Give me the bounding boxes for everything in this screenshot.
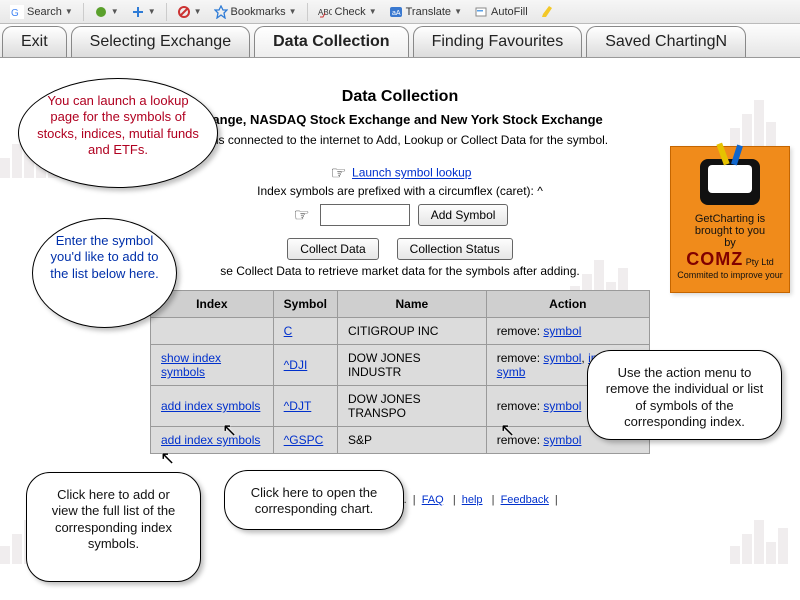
table-row: add index symbols ^DJT DOW JONES TRANSPO… xyxy=(151,386,650,427)
symbol-link[interactable]: C xyxy=(284,324,293,338)
tab-bar: Exit Selecting Exchange Data Collection … xyxy=(0,24,800,58)
toolbar-block[interactable]: ▼ xyxy=(173,4,206,20)
svg-text:ABC: ABC xyxy=(318,8,332,17)
tab-exit[interactable]: Exit xyxy=(2,26,67,57)
promo-brand-suffix: Pty Ltd xyxy=(743,257,774,267)
browser-toolbar: G Search ▼ ▼ ▼ ▼ Bookmarks▼ ABCCheck▼ aA… xyxy=(0,0,800,24)
tab-selecting-exchange[interactable]: Selecting Exchange xyxy=(71,26,250,57)
toolbar-bookmarks[interactable]: Bookmarks▼ xyxy=(210,4,301,20)
index-link[interactable]: show index symbols xyxy=(161,351,221,379)
remove-symbol-link[interactable]: symbol xyxy=(543,324,581,338)
toolbar-translate-label: Translate xyxy=(406,6,451,18)
table-row: show index symbols ^DJI DOW JONES INDUST… xyxy=(151,345,650,386)
action-cell: remove: symbol xyxy=(486,318,649,345)
toolbar-share[interactable]: ▼ xyxy=(90,4,123,20)
table-row: C CITIGROUP INC remove: symbol xyxy=(151,318,650,345)
promo-brand: COMZ xyxy=(686,249,743,269)
footer-faq-link[interactable]: FAQ xyxy=(422,494,444,506)
toolbar-search-label: Search xyxy=(27,6,62,18)
index-link[interactable]: add index symbols xyxy=(161,399,260,413)
remove-symbol-link[interactable]: symbol xyxy=(543,433,581,447)
promo-line: by xyxy=(675,237,785,249)
symbol-name: S&P xyxy=(338,427,487,454)
symbol-link[interactable]: ^GSPC xyxy=(284,433,324,447)
toolbar-autofill-label: AutoFill xyxy=(491,6,528,18)
tab-saved-charting[interactable]: Saved ChartingN xyxy=(586,26,746,57)
bubble-action: Use the action menu to remove the indivi… xyxy=(587,350,782,440)
col-name: Name xyxy=(338,291,487,318)
symbol-link[interactable]: ^DJT xyxy=(284,399,312,413)
toolbar-check-label: Check xyxy=(335,6,366,18)
block-icon xyxy=(177,5,191,19)
symbol-name: CITIGROUP INC xyxy=(338,318,487,345)
toolbar-highlight[interactable] xyxy=(536,4,558,20)
promo-box: GetCharting is brought to you by COMZ Pt… xyxy=(670,146,790,293)
check-icon: ABC xyxy=(318,5,332,19)
autofill-icon xyxy=(474,5,488,19)
hand-icon: ☞ xyxy=(331,163,347,184)
toolbar-search[interactable]: G Search ▼ xyxy=(6,4,77,20)
col-symbol: Symbol xyxy=(273,291,337,318)
tab-finding-favourites[interactable]: Finding Favourites xyxy=(413,26,583,57)
promo-line: GetCharting is xyxy=(675,213,785,225)
svg-text:aA: aA xyxy=(392,10,401,17)
symbol-link[interactable]: ^DJI xyxy=(284,358,308,372)
symbol-name: DOW JONES TRANSPO xyxy=(338,386,487,427)
launch-symbol-lookup-link[interactable]: Launch symbol lookup xyxy=(352,166,471,180)
bubble-add-view: Click here to add or view the full list … xyxy=(26,472,201,582)
symbol-name: DOW JONES INDUSTR xyxy=(338,345,487,386)
remove-symbol-link[interactable]: symbol xyxy=(543,399,581,413)
toolbar-autofill[interactable]: AutoFill xyxy=(470,4,532,20)
collect-data-button[interactable]: Collect Data xyxy=(287,238,378,260)
bubble-chart: Click here to open the corresponding cha… xyxy=(224,470,404,530)
index-link[interactable]: add index symbols xyxy=(161,433,260,447)
symbol-table: Index Symbol Name Action C CITIGROUP INC… xyxy=(150,290,650,454)
toolbar-translate[interactable]: aATranslate▼ xyxy=(385,4,466,20)
col-action: Action xyxy=(486,291,649,318)
highlighter-icon xyxy=(540,5,554,19)
toolbar-add[interactable]: ▼ xyxy=(127,4,160,20)
plus-icon xyxy=(131,5,145,19)
google-icon: G xyxy=(10,5,24,19)
share-icon xyxy=(94,5,108,19)
star-icon xyxy=(214,5,228,19)
bubble-lookup: You can launch a lookup page for the sym… xyxy=(18,78,218,188)
collection-status-button[interactable]: Collection Status xyxy=(397,238,513,260)
svg-text:G: G xyxy=(11,8,19,19)
toolbar-check[interactable]: ABCCheck▼ xyxy=(314,4,381,20)
symbol-input[interactable] xyxy=(320,204,410,226)
toolbar-bookmarks-label: Bookmarks xyxy=(231,6,286,18)
footer-help-link[interactable]: help xyxy=(462,494,483,506)
bubble-enter: Enter the symbol you'd like to add to th… xyxy=(32,218,177,328)
promo-logo-icon xyxy=(700,159,760,205)
add-symbol-button[interactable]: Add Symbol xyxy=(418,204,509,226)
hand-icon: ☞ xyxy=(294,205,310,226)
promo-tag: Commited to improve your xyxy=(675,270,785,280)
table-row: add index symbols ^GSPC S&P remove: symb… xyxy=(151,427,650,454)
tab-data-collection[interactable]: Data Collection xyxy=(254,26,408,57)
remove-symbol-link[interactable]: symbol xyxy=(543,351,581,365)
footer-feedback-link[interactable]: Feedback xyxy=(501,494,549,506)
promo-line: brought to you xyxy=(675,225,785,237)
translate-icon: aA xyxy=(389,5,403,19)
